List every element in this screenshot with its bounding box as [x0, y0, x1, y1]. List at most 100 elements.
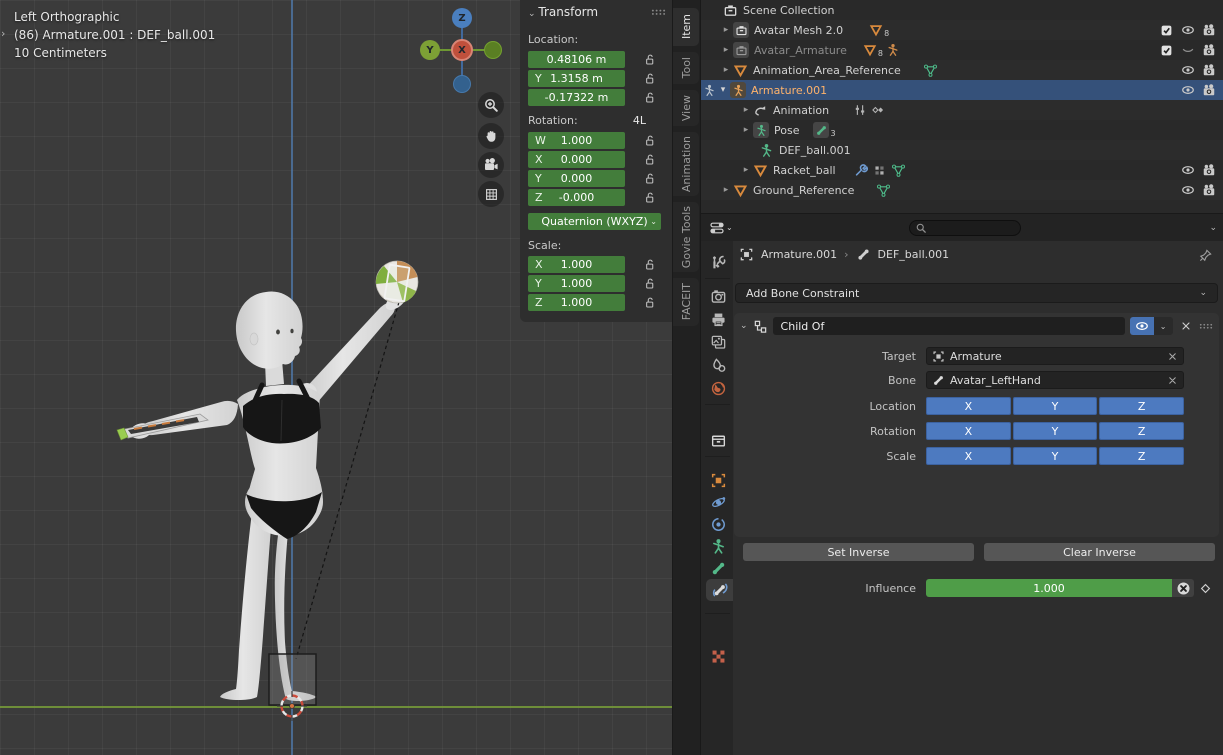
output-properties-tab[interactable]	[706, 308, 730, 330]
hide-eye-toggle[interactable]	[1179, 183, 1196, 197]
location-x-field[interactable]: 0.48106 m	[528, 51, 625, 68]
rotation-z-field[interactable]: Z-0.000	[528, 189, 625, 206]
view-layer-properties-tab[interactable]	[706, 331, 730, 353]
add-bone-constraint-dropdown[interactable]: Add Bone Constraint⌄	[735, 283, 1218, 303]
clear-inverse-button[interactable]: Clear Inverse	[984, 543, 1215, 561]
rotation-x-field[interactable]: X0.000	[528, 151, 625, 168]
constraint-enable-eye-button[interactable]	[1130, 317, 1154, 335]
rotation-y-field[interactable]: Y0.000	[528, 170, 625, 187]
render-camera-toggle[interactable]	[1200, 163, 1217, 177]
gizmo-neg-y-axis[interactable]	[484, 41, 502, 59]
pin-icon[interactable]	[1198, 248, 1213, 263]
constraint-delete-button[interactable]	[1178, 317, 1194, 335]
tab-animation[interactable]: Animation	[673, 132, 699, 196]
rotation-x-toggle[interactable]: X	[926, 422, 1011, 440]
scale-y-toggle[interactable]: Y	[1013, 447, 1098, 465]
lock-icon[interactable]	[643, 72, 656, 85]
selectable-checkbox[interactable]	[1158, 24, 1175, 37]
hide-eye-toggle[interactable]	[1179, 83, 1196, 97]
scene-properties-tab[interactable]	[706, 354, 730, 376]
rotation-z-toggle[interactable]: Z	[1099, 422, 1184, 440]
constraint-grip-icon[interactable]	[1199, 322, 1213, 330]
render-camera-toggle[interactable]	[1200, 23, 1217, 37]
rotation-mode-dropdown[interactable]: Quaternion (WXYZ)⌄	[528, 213, 661, 230]
breadcrumb-object[interactable]: Armature.001	[761, 248, 837, 261]
bone-target-field[interactable]: Avatar_LeftHand	[926, 371, 1184, 389]
collection-properties-tab[interactable]	[706, 429, 730, 451]
expand-arrow-icon[interactable]: ▸	[719, 45, 733, 55]
navigation-gizmo[interactable]: Z Y X	[417, 6, 509, 98]
outliner-row-armature-001[interactable]: ▾ Armature.001	[701, 80, 1223, 100]
gizmo-z-axis[interactable]: Z	[452, 8, 472, 28]
outliner-row-avatar-armature[interactable]: ▸ Avatar_Armature 8	[701, 40, 1223, 60]
bone-constraints-tab[interactable]	[706, 579, 734, 601]
tab-tool[interactable]: Tool	[673, 52, 699, 84]
hide-eye-toggle[interactable]	[1179, 23, 1196, 37]
tool-properties-tab[interactable]	[706, 251, 730, 273]
lock-icon[interactable]	[643, 91, 656, 104]
scale-x-toggle[interactable]: X	[926, 447, 1011, 465]
selectable-checkbox[interactable]	[1158, 44, 1175, 57]
editor-type-button[interactable]: ⌄	[709, 220, 733, 236]
location-z-toggle[interactable]: Z	[1099, 397, 1184, 415]
lock-icon[interactable]	[643, 277, 656, 290]
breadcrumb-bone[interactable]: DEF_ball.001	[878, 248, 950, 261]
expand-arrow-icon[interactable]: ▸	[739, 165, 753, 175]
insert-keyframe-diamond[interactable]	[1199, 582, 1212, 595]
collapse-arrow-icon[interactable]: ▾	[716, 85, 730, 95]
armature-data-tab[interactable]	[706, 535, 730, 557]
orthographic-toggle-button[interactable]	[478, 181, 504, 207]
camera-view-button[interactable]	[478, 152, 504, 178]
outliner-row-avatar-mesh[interactable]: ▸ Avatar Mesh 2.0 8	[701, 20, 1223, 40]
clear-bone-icon[interactable]	[1167, 375, 1178, 386]
lock-icon[interactable]	[643, 191, 656, 204]
outliner-row-def-ball[interactable]: DEF_ball.001	[701, 140, 1223, 160]
tab-faceit[interactable]: FACEIT	[673, 278, 699, 326]
lock-icon[interactable]	[643, 153, 656, 166]
bone-properties-tab[interactable]	[706, 557, 730, 579]
clear-target-icon[interactable]	[1167, 351, 1178, 362]
outliner-row-ground-reference[interactable]: ▸ Ground_Reference	[701, 180, 1223, 200]
set-inverse-button[interactable]: Set Inverse	[743, 543, 974, 561]
render-camera-toggle[interactable]	[1200, 83, 1217, 97]
object-constraints-tab[interactable]	[706, 513, 730, 535]
constraint-extras-chevron[interactable]: ⌄	[1154, 317, 1173, 335]
location-z-field[interactable]: -0.17322 m	[528, 89, 625, 106]
render-camera-toggle[interactable]	[1200, 63, 1217, 77]
transform-panel-header[interactable]: ⌄ Transform	[528, 5, 598, 19]
outliner-row-animation-area-reference[interactable]: ▸ Animation_Area_Reference	[701, 60, 1223, 80]
texture-properties-tab[interactable]	[706, 645, 730, 667]
hide-eye-toggle[interactable]	[1179, 163, 1196, 177]
physics-properties-tab[interactable]	[706, 491, 730, 513]
scale-z-field[interactable]: Z1.000	[528, 294, 625, 311]
scale-y-field[interactable]: Y1.000	[528, 275, 625, 292]
expand-arrow-icon[interactable]: ▸	[719, 185, 733, 195]
rotation-y-toggle[interactable]: Y	[1013, 422, 1098, 440]
hide-eye-toggle-closed[interactable]	[1179, 43, 1196, 57]
constraint-name-field[interactable]: Child Of	[773, 317, 1125, 335]
gizmo-y-axis[interactable]: Y	[420, 40, 440, 60]
lock-icon[interactable]	[643, 172, 656, 185]
clear-keyframe-button[interactable]	[1172, 579, 1194, 597]
panel-collapse-arrow[interactable]: ⌄	[740, 321, 748, 331]
render-properties-tab[interactable]	[706, 285, 730, 307]
expand-arrow-icon[interactable]: ▸	[739, 125, 753, 135]
render-camera-toggle[interactable]	[1200, 183, 1217, 197]
pan-hand-button[interactable]	[478, 123, 504, 149]
location-x-toggle[interactable]: X	[926, 397, 1011, 415]
influence-slider[interactable]: 1.000	[926, 579, 1172, 597]
hide-eye-toggle[interactable]	[1179, 63, 1196, 77]
scale-z-toggle[interactable]: Z	[1099, 447, 1184, 465]
rotation-mode-badge[interactable]: 4L	[633, 114, 646, 127]
expand-arrow-icon[interactable]: ▸	[719, 25, 733, 35]
target-object-field[interactable]: Armature	[926, 347, 1184, 365]
gizmo-neg-z-axis[interactable]	[453, 75, 471, 93]
outliner-row-animation[interactable]: ▸ Animation	[701, 100, 1223, 120]
rotation-w-field[interactable]: W1.000	[528, 132, 625, 149]
expand-arrow-icon[interactable]: ▸	[739, 105, 753, 115]
outliner-row-racket-ball[interactable]: ▸ Racket_ball	[701, 160, 1223, 180]
lock-icon[interactable]	[643, 134, 656, 147]
gizmo-x-axis[interactable]: X	[451, 39, 473, 61]
outliner-row-pose[interactable]: ▸ Pose 3	[701, 120, 1223, 140]
lock-icon[interactable]	[643, 296, 656, 309]
